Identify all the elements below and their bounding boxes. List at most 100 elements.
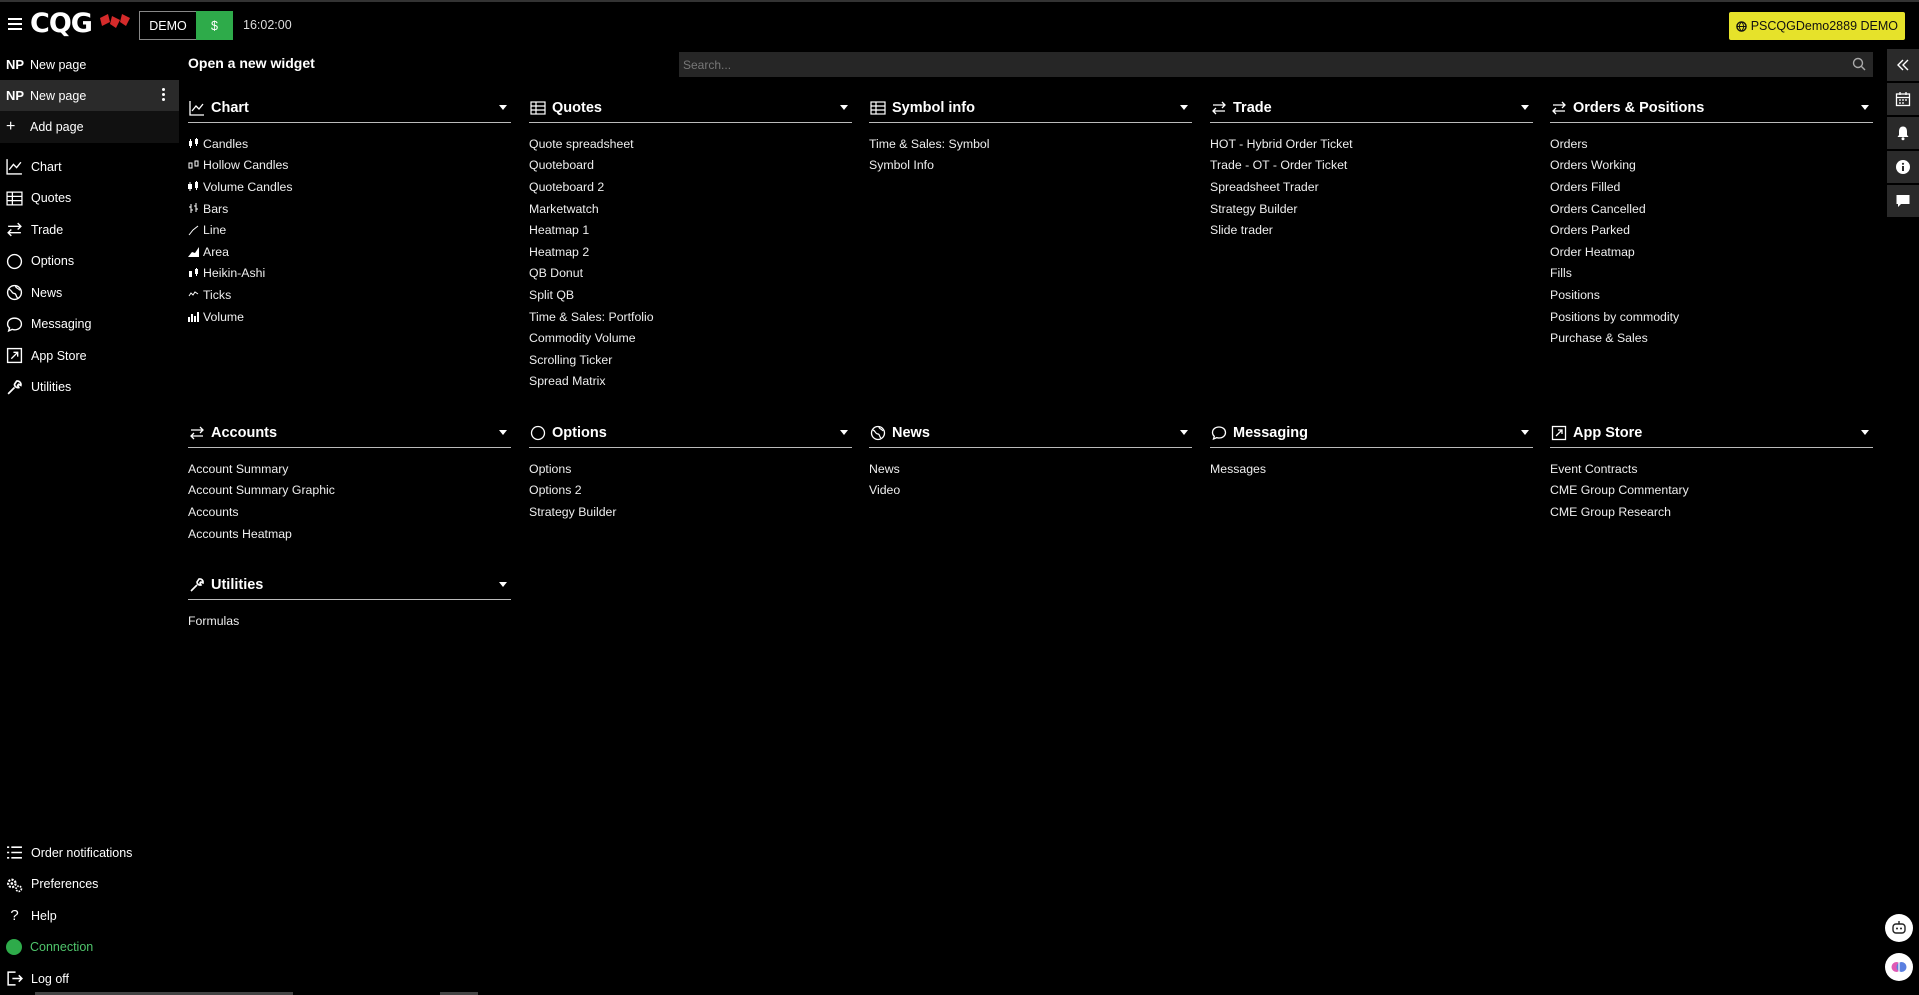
- section-header[interactable]: News: [869, 418, 1192, 448]
- sidebar-item-connection[interactable]: Connection: [0, 932, 179, 964]
- notifications-button[interactable]: [1887, 117, 1919, 149]
- list-item[interactable]: Commodity Volume: [529, 327, 852, 349]
- list-item[interactable]: Heatmap 2: [529, 241, 852, 263]
- sidebar-item-chart[interactable]: Chart: [0, 151, 179, 183]
- caret-down-icon[interactable]: [840, 430, 848, 435]
- sidebar-item-options[interactable]: Options: [0, 246, 179, 278]
- list-item[interactable]: Quote spreadsheet: [529, 133, 852, 155]
- sidebar-item-help[interactable]: ? Help: [0, 900, 179, 932]
- list-item[interactable]: Messages: [1210, 458, 1533, 480]
- add-page-button[interactable]: + Add page: [0, 111, 179, 143]
- caret-down-icon[interactable]: [1521, 105, 1529, 110]
- kebab-menu-icon[interactable]: [162, 88, 165, 103]
- list-item[interactable]: Scrolling Ticker: [529, 349, 852, 371]
- page-tab-active[interactable]: NP New page: [0, 80, 179, 111]
- caret-down-icon[interactable]: [840, 105, 848, 110]
- section-header[interactable]: Chart: [188, 93, 511, 123]
- list-item[interactable]: CME Group Commentary: [1550, 480, 1873, 502]
- list-item[interactable]: Account Summary: [188, 458, 511, 480]
- list-item[interactable]: Video: [869, 480, 1192, 502]
- caret-down-icon[interactable]: [1180, 430, 1188, 435]
- list-item[interactable]: Options: [529, 458, 852, 480]
- section-header[interactable]: App Store: [1550, 418, 1873, 448]
- list-item[interactable]: Time & Sales: Portfolio: [529, 306, 852, 328]
- list-item[interactable]: Orders: [1550, 133, 1873, 155]
- page-tab[interactable]: NP New page: [0, 49, 179, 80]
- list-item[interactable]: Bars: [188, 198, 511, 220]
- list-item[interactable]: Positions by commodity: [1550, 306, 1873, 328]
- list-item[interactable]: Purchase & Sales: [1550, 327, 1873, 349]
- user-badge[interactable]: PSCQGDemo2889 DEMO: [1728, 12, 1905, 40]
- list-item[interactable]: Volume Candles: [188, 176, 511, 198]
- caret-down-icon[interactable]: [1861, 430, 1869, 435]
- list-item[interactable]: Account Summary Graphic: [188, 480, 511, 502]
- list-item[interactable]: Orders Filled: [1550, 176, 1873, 198]
- list-item[interactable]: Volume: [188, 306, 511, 328]
- list-item[interactable]: Slide trader: [1210, 219, 1533, 241]
- list-item[interactable]: Heatmap 1: [529, 219, 852, 241]
- menu-icon[interactable]: [8, 18, 22, 30]
- section-header[interactable]: Accounts: [188, 418, 511, 448]
- list-item[interactable]: Positions: [1550, 284, 1873, 306]
- sidebar-item-app-store[interactable]: App Store: [0, 340, 179, 372]
- list-item[interactable]: Spreadsheet Trader: [1210, 176, 1533, 198]
- list-item[interactable]: Line: [188, 219, 511, 241]
- list-item[interactable]: Orders Parked: [1550, 219, 1873, 241]
- list-item[interactable]: Quoteboard: [529, 155, 852, 177]
- comments-button[interactable]: [1887, 185, 1919, 217]
- list-item[interactable]: Marketwatch: [529, 198, 852, 220]
- collapse-button[interactable]: [1887, 49, 1919, 81]
- section-header[interactable]: Trade: [1210, 93, 1533, 123]
- list-item[interactable]: Options 2: [529, 480, 852, 502]
- list-item[interactable]: Accounts Heatmap: [188, 523, 511, 545]
- caret-down-icon[interactable]: [1180, 105, 1188, 110]
- sidebar-item-order-notifications[interactable]: Order notifications: [0, 837, 179, 869]
- list-item[interactable]: Ticks: [188, 284, 511, 306]
- section-header[interactable]: Options: [529, 418, 852, 448]
- sidebar-item-log-off[interactable]: Log off: [0, 963, 179, 995]
- list-item[interactable]: Quoteboard 2: [529, 176, 852, 198]
- info-button[interactable]: [1887, 151, 1919, 183]
- list-item[interactable]: Strategy Builder: [529, 501, 852, 523]
- list-item[interactable]: CME Group Research: [1550, 501, 1873, 523]
- list-item[interactable]: Order Heatmap: [1550, 241, 1873, 263]
- section-header[interactable]: Quotes: [529, 93, 852, 123]
- section-header[interactable]: Utilities: [188, 570, 511, 600]
- caret-down-icon[interactable]: [499, 582, 507, 587]
- section-header[interactable]: Messaging: [1210, 418, 1533, 448]
- list-item[interactable]: News: [869, 458, 1192, 480]
- list-item[interactable]: Spread Matrix: [529, 371, 852, 393]
- list-item[interactable]: Area: [188, 241, 511, 263]
- list-item[interactable]: QB Donut: [529, 263, 852, 285]
- section-header[interactable]: Symbol info: [869, 93, 1192, 123]
- list-item[interactable]: Time & Sales: Symbol: [869, 133, 1192, 155]
- caret-down-icon[interactable]: [1861, 105, 1869, 110]
- search-icon[interactable]: [1852, 57, 1866, 71]
- list-item[interactable]: Event Contracts: [1550, 458, 1873, 480]
- calendar-button[interactable]: [1887, 83, 1919, 115]
- list-item[interactable]: Trade - OT - Order Ticket: [1210, 155, 1533, 177]
- caret-down-icon[interactable]: [499, 430, 507, 435]
- list-item[interactable]: Formulas: [188, 610, 511, 632]
- list-item[interactable]: Symbol Info: [869, 155, 1192, 177]
- list-item[interactable]: Fills: [1550, 263, 1873, 285]
- sidebar-item-utilities[interactable]: Utilities: [0, 372, 179, 404]
- sidebar-item-trade[interactable]: Trade: [0, 214, 179, 246]
- list-item[interactable]: Strategy Builder: [1210, 198, 1533, 220]
- list-item[interactable]: Hollow Candles: [188, 155, 511, 177]
- sidebar-item-quotes[interactable]: Quotes: [0, 183, 179, 215]
- list-item[interactable]: Orders Cancelled: [1550, 198, 1873, 220]
- ai-brain-button[interactable]: [1885, 953, 1913, 981]
- sidebar-item-news[interactable]: News: [0, 277, 179, 309]
- list-item[interactable]: Orders Working: [1550, 155, 1873, 177]
- caret-down-icon[interactable]: [1521, 430, 1529, 435]
- dollar-button[interactable]: $: [196, 11, 233, 40]
- section-header[interactable]: Orders & Positions: [1550, 93, 1873, 123]
- assistant-button[interactable]: [1885, 914, 1913, 942]
- list-item[interactable]: Candles: [188, 133, 511, 155]
- list-item[interactable]: Split QB: [529, 284, 852, 306]
- sidebar-item-messaging[interactable]: Messaging: [0, 309, 179, 341]
- caret-down-icon[interactable]: [499, 105, 507, 110]
- sidebar-item-preferences[interactable]: Preferences: [0, 869, 179, 901]
- search-input[interactable]: [679, 52, 1873, 77]
